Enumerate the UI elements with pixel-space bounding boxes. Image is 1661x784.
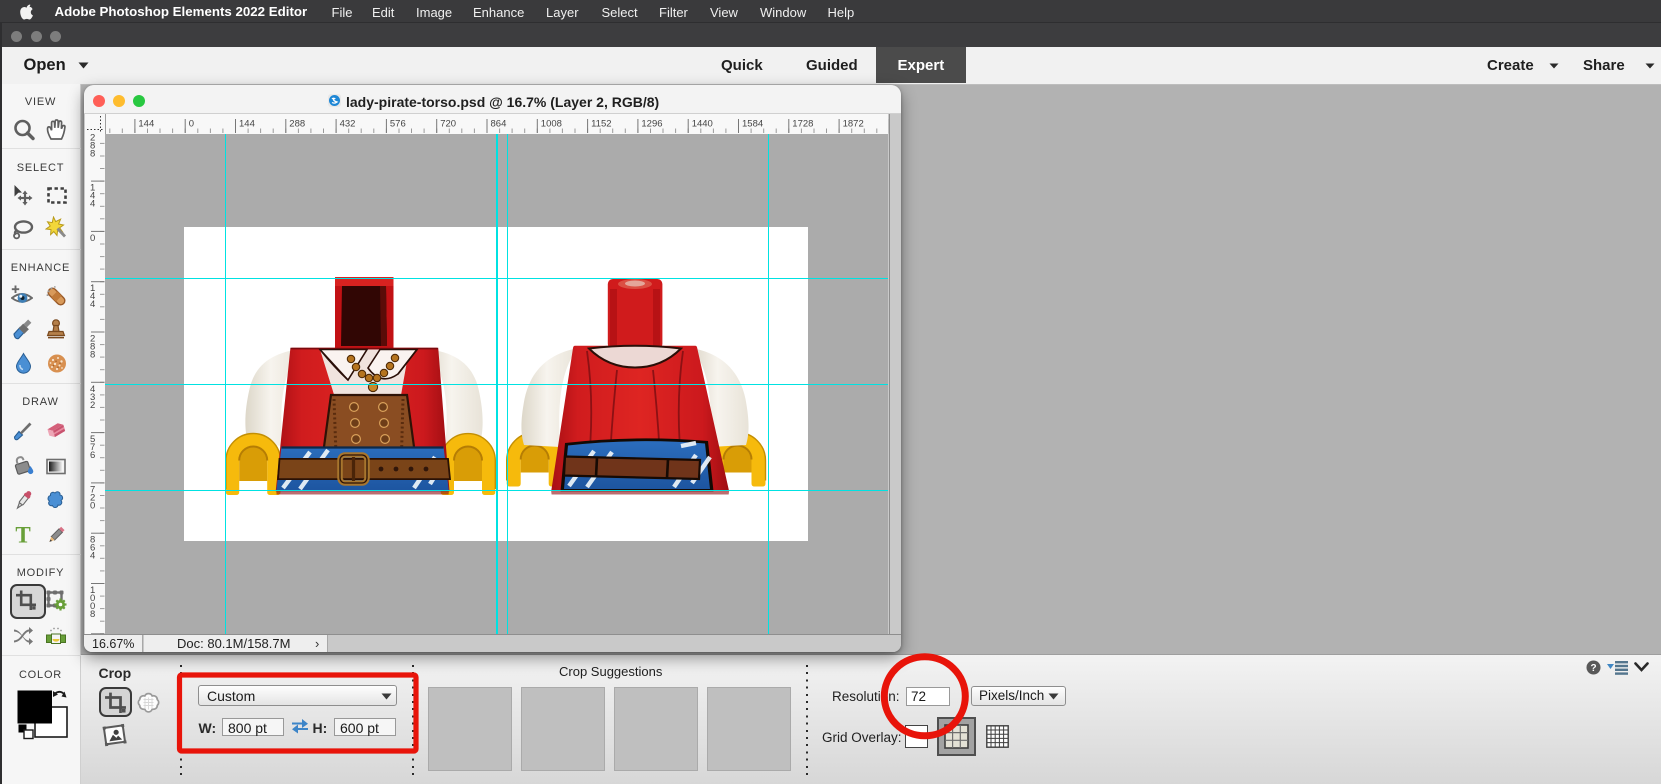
svg-text:1296: 1296	[641, 119, 662, 130]
svg-text:?: ?	[1590, 663, 1596, 674]
svg-text:4: 4	[90, 299, 95, 310]
svg-text:1440: 1440	[691, 119, 712, 130]
svg-text:4: 4	[90, 550, 95, 561]
svg-text:432: 432	[339, 119, 355, 130]
svg-text:1008: 1008	[540, 119, 561, 130]
svg-text:144: 144	[138, 119, 154, 130]
svg-text:4: 4	[90, 198, 95, 209]
svg-text:2: 2	[90, 399, 95, 410]
svg-text:144: 144	[239, 119, 255, 130]
svg-text:8: 8	[90, 148, 95, 159]
svg-text:0: 0	[188, 119, 193, 130]
svg-text:1728: 1728	[792, 119, 813, 130]
svg-text:1152: 1152	[591, 119, 611, 130]
svg-text:1872: 1872	[842, 119, 863, 130]
svg-text:T: T	[15, 524, 30, 546]
svg-text:720: 720	[440, 119, 456, 130]
svg-text:1584: 1584	[742, 119, 763, 130]
svg-text:0: 0	[90, 500, 95, 511]
svg-text:576: 576	[389, 119, 405, 130]
svg-text:288: 288	[289, 119, 305, 130]
svg-text:6: 6	[90, 450, 95, 461]
svg-text:864: 864	[490, 119, 506, 130]
svg-text:8: 8	[90, 349, 95, 360]
svg-text:0: 0	[90, 232, 95, 243]
svg-text:8: 8	[90, 609, 95, 620]
